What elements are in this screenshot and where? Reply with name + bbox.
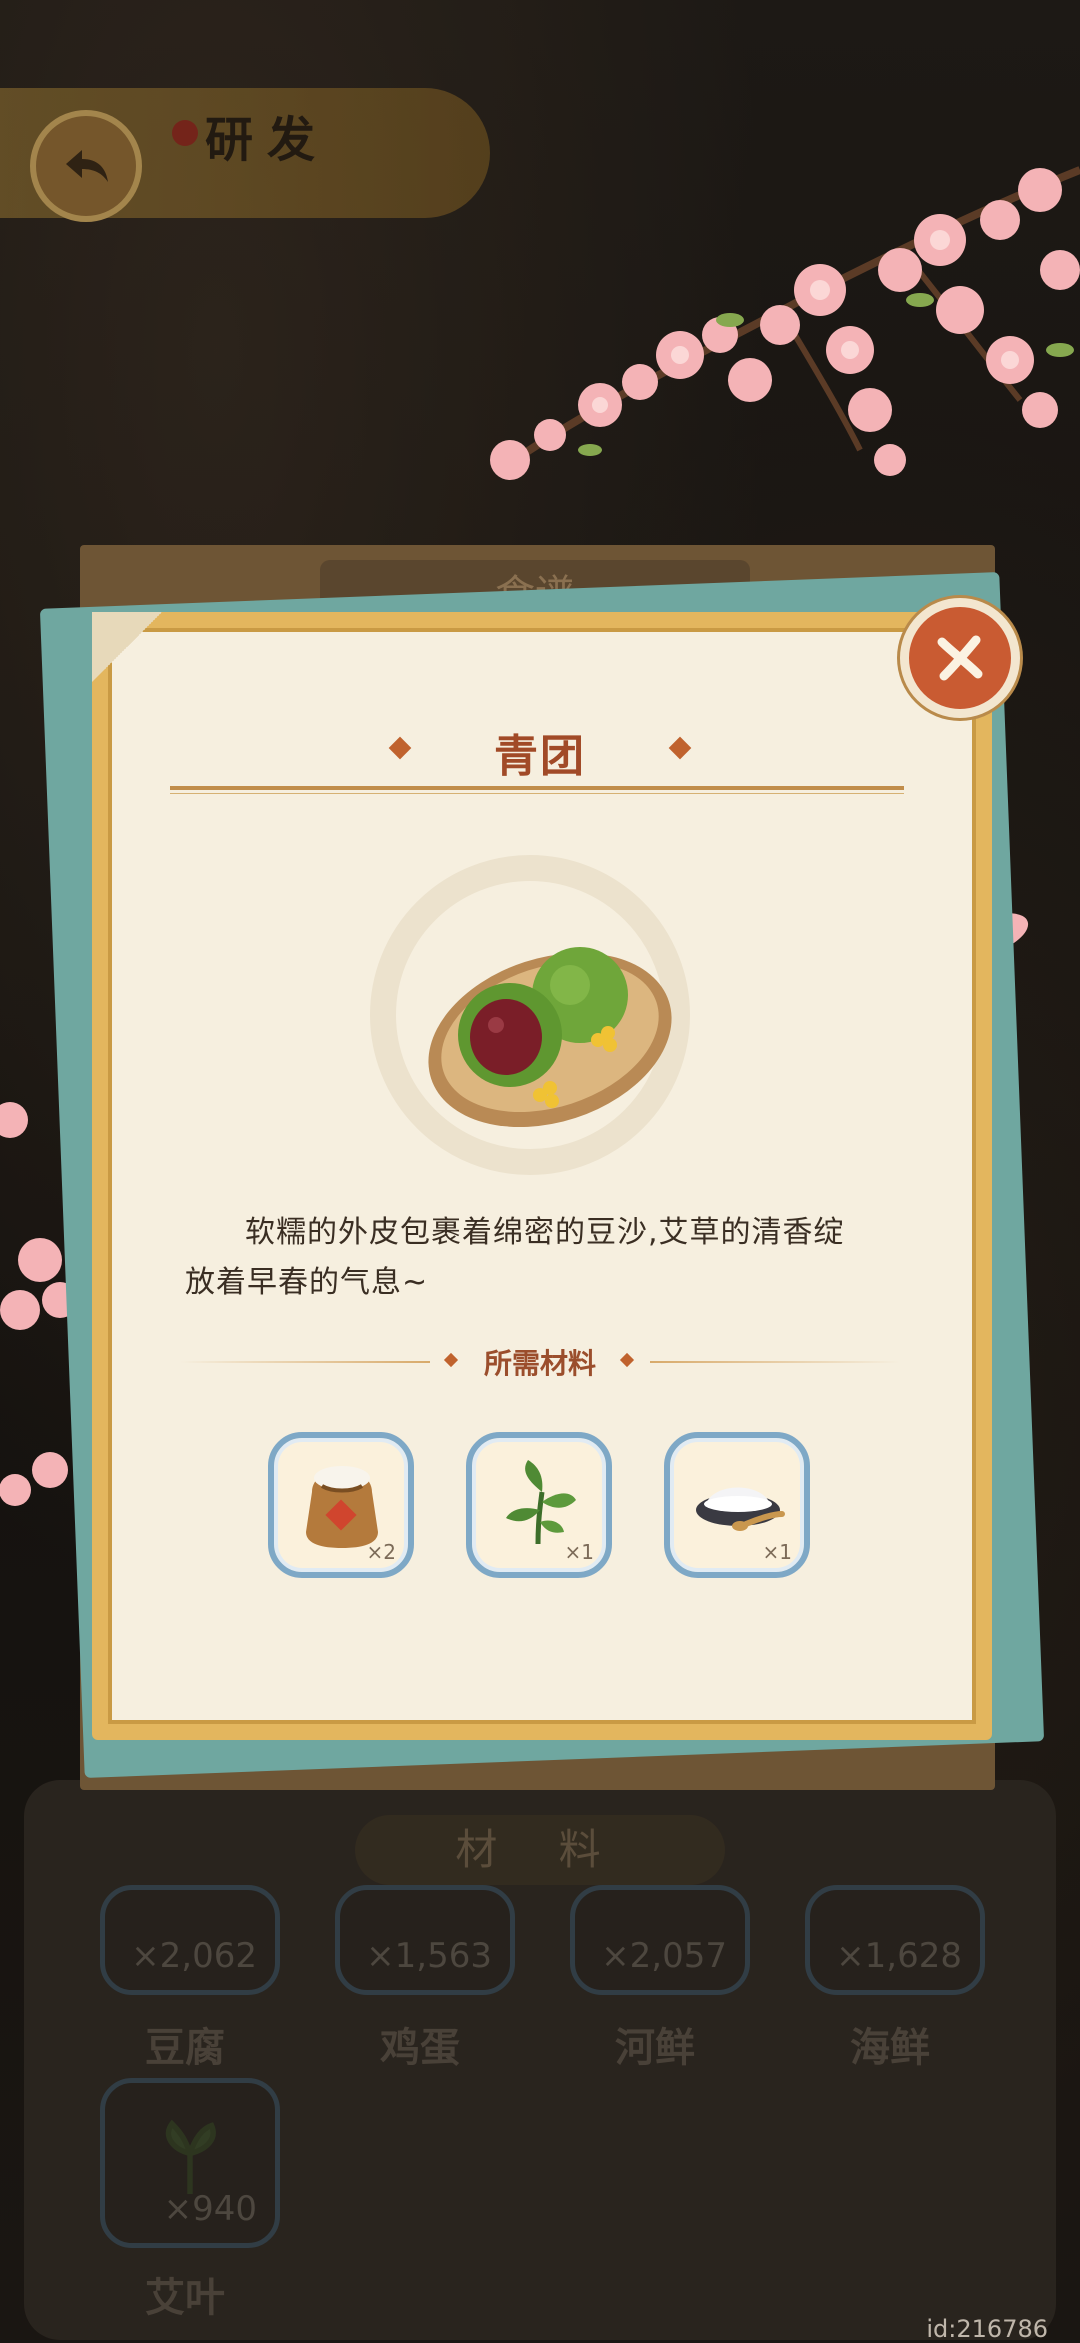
qingtuan-dish-image	[428, 947, 672, 1128]
ingredient-slot-flour[interactable]: ×2	[268, 1432, 414, 1578]
cherry-blossom-branch	[490, 166, 1080, 480]
ingredient-slot-herb[interactable]: ×1	[466, 1432, 612, 1578]
ingredient-count: ×1	[564, 1540, 594, 1564]
dish-name: 青团	[494, 731, 586, 782]
flour-sack-icon	[306, 1466, 378, 1548]
title-divider	[170, 786, 904, 790]
section-divider-right	[650, 1361, 900, 1363]
herb-leaf-icon	[506, 1460, 576, 1545]
ingredient-count: ×1	[762, 1540, 792, 1564]
ingredients-heading: 所需材料	[483, 1347, 596, 1380]
ingredient-slot-sugar[interactable]: ×1	[664, 1432, 810, 1578]
close-icon	[937, 635, 983, 681]
dish-description: 软糯的外皮包裹着绵密的豆沙,艾草的清香绽放着早春的气息~	[185, 1215, 845, 1300]
close-button[interactable]	[900, 598, 1020, 718]
sugar-bowl-icon	[696, 1487, 785, 1531]
card-folded-corner	[92, 612, 162, 682]
ingredient-count: ×2	[366, 1540, 396, 1564]
